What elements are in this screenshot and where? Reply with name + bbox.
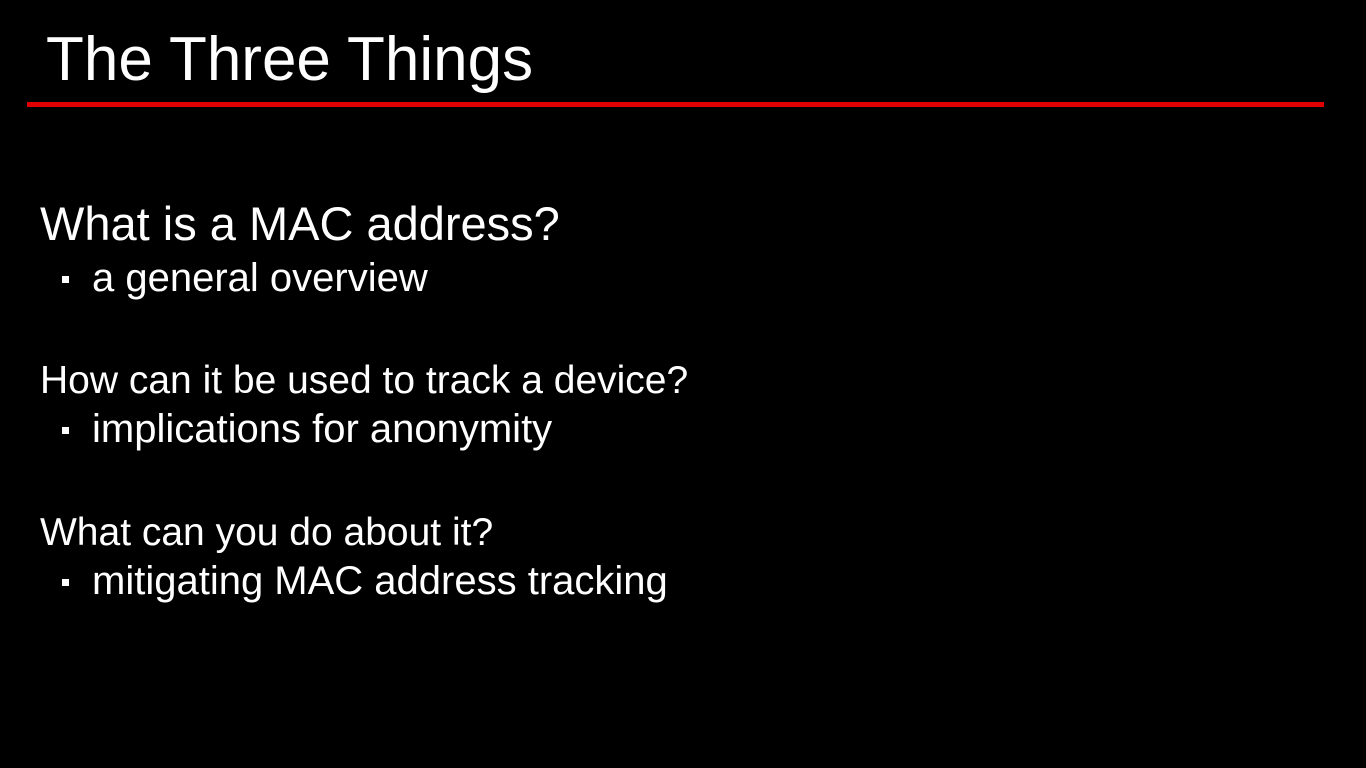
bullet-item: a general overview <box>62 255 428 301</box>
bullet-text: a general overview <box>92 256 428 300</box>
section-heading: How can it be used to track a device? <box>40 359 689 402</box>
slide-title: The Three Things <box>46 25 534 94</box>
bullet-text: mitigating MAC address tracking <box>92 559 668 603</box>
bullet-text: implications for anonymity <box>92 407 553 451</box>
square-bullet-icon <box>62 426 69 434</box>
bullet-item: mitigating MAC address tracking <box>62 558 668 604</box>
section-heading: What can you do about it? <box>40 511 494 554</box>
bullet-item: implications for anonymity <box>62 406 552 452</box>
square-bullet-icon <box>62 578 69 586</box>
section-heading: What is a MAC address? <box>40 197 560 250</box>
square-bullet-icon <box>62 275 69 283</box>
title-underline <box>27 102 1324 107</box>
